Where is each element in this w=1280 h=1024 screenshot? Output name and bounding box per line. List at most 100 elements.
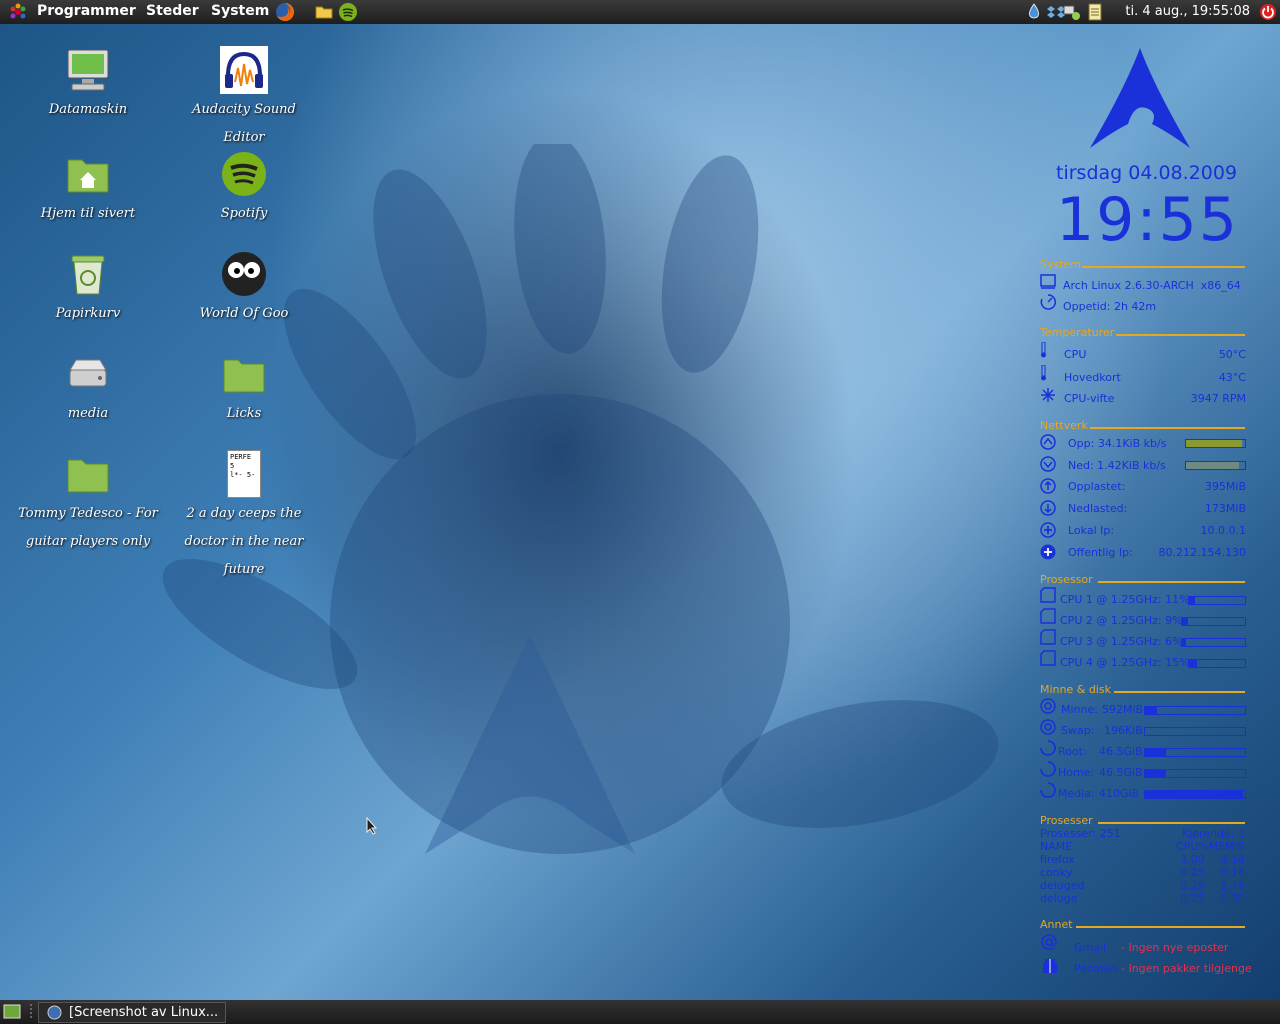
show-desktop-icon[interactable] xyxy=(3,1004,21,1020)
cpu-bar-fill xyxy=(1189,660,1198,667)
temp-value: 50°C xyxy=(1218,348,1246,361)
disk-icon xyxy=(1040,740,1056,756)
desktop-icon-audacity[interactable]: Audacity Sound Editor xyxy=(169,46,319,156)
desktop-icon-document[interactable]: PERFE 5 l*- 5- 2 a day ceeps the doctor … xyxy=(169,450,319,590)
desktop-icon-spotify[interactable]: Spotify xyxy=(169,150,319,230)
network-value: 395MiB xyxy=(1204,480,1246,493)
panel-clock[interactable]: ti. 4 aug., 19:55:08 xyxy=(1125,4,1250,19)
audacity-icon xyxy=(220,46,268,94)
pacman-label: Pacman xyxy=(1074,962,1118,975)
temp-label: CPU xyxy=(1064,348,1087,361)
network-row-uploaded: Opplastet: 395MiB xyxy=(1036,478,1246,496)
desktop-icon-label: Licks xyxy=(226,406,262,421)
desktop-icon-label: World Of Goo xyxy=(199,306,289,321)
conky-section-processes: Prosesser xyxy=(1040,814,1093,827)
conky-kernel: Arch Linux 2.6.30-ARCH x86_64 xyxy=(1063,279,1241,292)
network-label: Nedlasted: xyxy=(1068,502,1128,515)
process-cpu: 0.25 xyxy=(1180,892,1205,905)
taskbar-button-screenshot[interactable]: [Screenshot av Linux... xyxy=(38,1002,226,1023)
menu-programmer[interactable]: Programmer xyxy=(37,3,136,19)
memory-value: 46.5GiB xyxy=(1099,766,1143,779)
conky-uptime: Oppetid: 2h 42m xyxy=(1063,300,1157,313)
download-speed-graph xyxy=(1185,461,1246,470)
upload-speed-icon xyxy=(1040,434,1056,450)
cpu-row: CPU 4 @ 1.25GHz: 15% xyxy=(1036,650,1246,672)
section-divider xyxy=(1098,581,1245,583)
memory-label: Root: xyxy=(1058,745,1087,758)
desktop-icon-licks[interactable]: Licks xyxy=(169,350,319,430)
network-row-local-ip: Lokal Ip: 10.0.0.1 xyxy=(1036,522,1246,540)
gmail-status: - Ingen nye eposter xyxy=(1121,941,1229,954)
desktop-icon-label: 2 a day ceeps the doctor in the near fut… xyxy=(184,506,304,577)
cpu-label: CPU 2 @ 1.25GHz: 9% xyxy=(1060,614,1183,627)
temp-label: Hovedkort xyxy=(1064,371,1121,384)
notes-tray-icon[interactable] xyxy=(1085,2,1105,22)
network-label: Lokal Ip: xyxy=(1068,524,1115,537)
network-up: Opp: 34.1KiB kb/s xyxy=(1068,437,1167,450)
cpu-bar xyxy=(1181,638,1246,647)
spotify-icon xyxy=(222,152,266,196)
desktop-icon-label: Datamaskin xyxy=(48,102,128,117)
package-icon xyxy=(1043,959,1057,973)
conky-section-temperatures: Temperaturer xyxy=(1040,326,1115,339)
disk-icon xyxy=(1040,782,1056,798)
desktop-icon-world-of-goo[interactable]: World Of Goo xyxy=(169,250,319,330)
cpu-bar xyxy=(1188,596,1246,605)
folder-launcher-icon[interactable] xyxy=(314,2,334,22)
temp-row-fan: CPU-vifte 3947 RPM xyxy=(1036,390,1246,408)
folder-icon xyxy=(223,359,265,393)
conky-time: 19:55 xyxy=(1056,185,1239,255)
menu-steder[interactable]: Steder xyxy=(146,3,199,19)
desktop-icon-home[interactable]: Hjem til sivert xyxy=(13,150,163,230)
desktop-icon-media[interactable]: media xyxy=(13,350,163,430)
process-row: deluge 0.25 1.30 xyxy=(1040,890,1245,908)
panel-handle[interactable] xyxy=(30,1004,32,1020)
desktop-icon-label: media xyxy=(67,406,109,421)
temp-value: 43°C xyxy=(1218,371,1246,384)
network-value: 173MiB xyxy=(1204,502,1246,515)
cpu-label: CPU 1 @ 1.25GHz: 11% xyxy=(1060,593,1190,606)
trash-icon xyxy=(71,255,105,295)
cpu-icon xyxy=(1040,608,1056,624)
memory-value: 410GiB xyxy=(1099,787,1140,800)
folder-icon xyxy=(67,459,109,493)
power-button-icon[interactable] xyxy=(1258,2,1278,22)
conky-section-memory: Minne & disk xyxy=(1040,683,1111,696)
upload-speed-graph xyxy=(1185,439,1246,448)
desktop-icon-label: Audacity Sound Editor xyxy=(192,102,296,145)
network-tray-icon[interactable] xyxy=(1062,2,1082,22)
menu-system[interactable]: System xyxy=(211,3,269,19)
at-sign-icon: @ xyxy=(1040,931,1058,952)
uptime-icon xyxy=(1040,294,1056,310)
memory-bar xyxy=(1144,727,1246,736)
process-name: deluge xyxy=(1040,892,1078,905)
memory-bar-fill xyxy=(1145,749,1166,756)
desktop-icon-datamaskin[interactable]: Datamaskin xyxy=(13,46,163,126)
cpu-label: CPU 3 @ 1.25GHz: 6% xyxy=(1060,635,1183,648)
memory-value: 592MiB xyxy=(1102,703,1144,716)
memory-label: Swap: xyxy=(1061,724,1095,737)
deluge-tray-icon[interactable] xyxy=(1024,2,1044,22)
memory-row: Home: 46.5GiB xyxy=(1036,761,1246,782)
computer-icon xyxy=(67,49,109,91)
network-label: Opplastet: xyxy=(1068,480,1126,493)
desktop-icon-papirkurv[interactable]: Papirkurv xyxy=(13,250,163,330)
temp-label: CPU-vifte xyxy=(1064,392,1115,405)
home-folder-icon xyxy=(67,159,109,193)
gnome-foot-icon[interactable] xyxy=(8,2,28,22)
screenshot-app-icon xyxy=(47,1005,62,1020)
network-row-downloaded: Nedlasted: 173MiB xyxy=(1036,500,1246,518)
firefox-launcher-icon[interactable] xyxy=(275,2,295,22)
section-divider xyxy=(1116,334,1245,336)
desktop-icon-tommy-tedesco[interactable]: Tommy Tedesco - For guitar players only xyxy=(13,450,163,560)
spotify-launcher-icon[interactable] xyxy=(338,2,358,22)
section-divider xyxy=(1114,691,1245,693)
process-mem: 1.30 xyxy=(1220,892,1246,905)
memory-bar xyxy=(1144,769,1246,778)
cpu-bar xyxy=(1188,659,1246,668)
conky-section-system: System xyxy=(1040,258,1082,271)
conky-system-monitor: tirsdag 04.08.2009 19:55 System Arch Lin… xyxy=(1036,24,1280,1000)
cpu-bar-fill xyxy=(1182,639,1186,646)
memory-bar xyxy=(1144,748,1246,757)
memory-value: 46.5GiB xyxy=(1099,745,1143,758)
